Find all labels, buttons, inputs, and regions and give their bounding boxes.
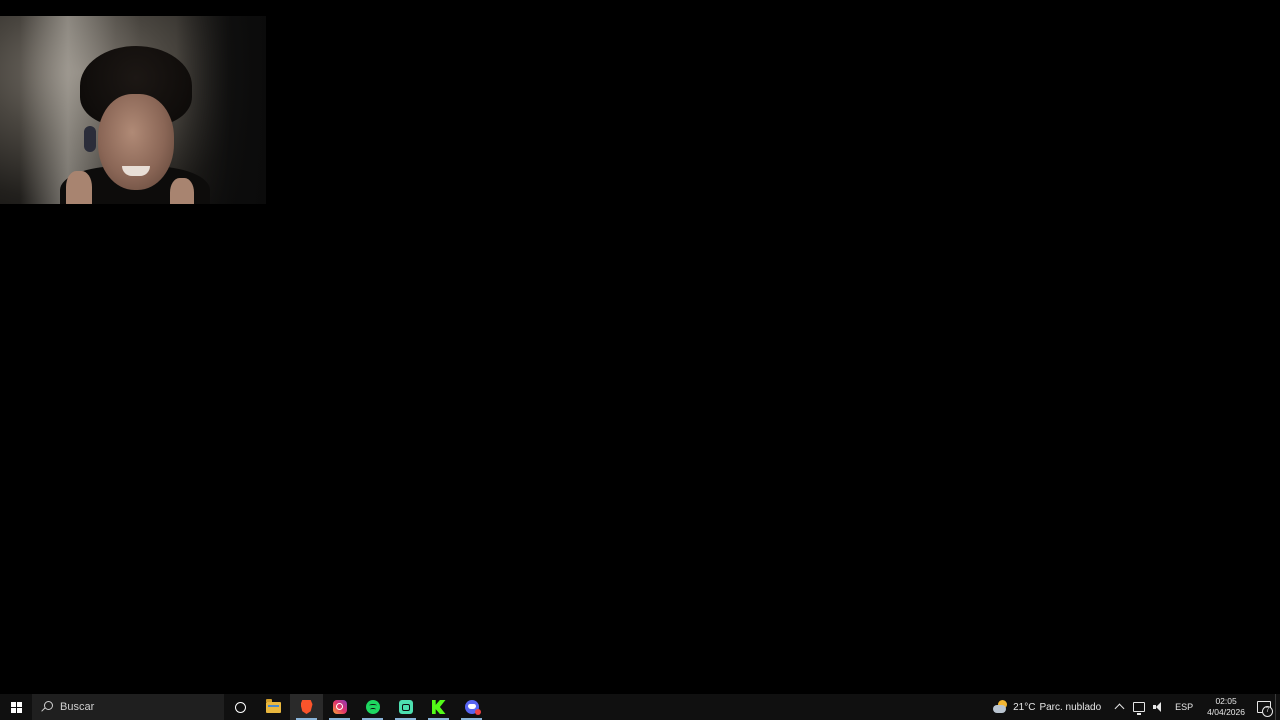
weather-temperature: 21°C — [1013, 701, 1036, 713]
clock-date: 4/04/2026 — [1207, 707, 1245, 717]
weather-widget[interactable]: 21°C Parc. nublado — [985, 694, 1109, 720]
start-button[interactable] — [0, 694, 32, 720]
search-icon — [40, 700, 54, 714]
volume-button[interactable] — [1149, 694, 1169, 720]
notification-badge: 7 — [1262, 706, 1273, 717]
kick-icon — [431, 700, 446, 714]
spotify-button[interactable] — [356, 694, 389, 720]
chevron-up-icon — [1114, 703, 1125, 714]
webcam-overlay — [0, 16, 266, 204]
show-hidden-icons-button[interactable] — [1109, 694, 1129, 720]
instagram-button[interactable] — [323, 694, 356, 720]
taskbar: 21°C Parc. nublado ESP 02:05 4/04/2026 7 — [0, 694, 1280, 720]
brave-button[interactable] — [290, 694, 323, 720]
system-tray: ESP 02:05 4/04/2026 7 — [1109, 694, 1280, 720]
discord-icon — [464, 700, 481, 715]
webcam-person-hand-right — [170, 178, 194, 204]
cortana-button[interactable] — [224, 694, 257, 720]
language-indicator[interactable]: ESP — [1169, 694, 1199, 720]
cortana-icon — [235, 701, 246, 713]
search-input[interactable] — [60, 701, 210, 713]
volume-icon — [1153, 702, 1165, 712]
desktop — [0, 0, 1280, 694]
clock[interactable]: 02:05 4/04/2026 — [1199, 696, 1253, 718]
weather-condition: Parc. nublado — [1039, 701, 1102, 713]
language-label: ESP — [1175, 702, 1194, 712]
network-button[interactable] — [1129, 694, 1149, 720]
windows-logo-icon — [10, 701, 22, 713]
brave-icon — [300, 700, 313, 714]
notification-center-button[interactable]: 7 — [1253, 694, 1275, 720]
network-icon — [1133, 702, 1146, 715]
discord-button[interactable] — [455, 694, 488, 720]
spotify-icon — [365, 700, 380, 714]
taskbar-search-box[interactable] — [32, 694, 224, 720]
kick-button[interactable] — [422, 694, 455, 720]
file-explorer-button[interactable] — [257, 694, 290, 720]
show-desktop-button[interactable] — [1275, 694, 1280, 720]
webcam-person-hand-left — [66, 171, 92, 204]
folder-icon — [266, 698, 281, 713]
partly-cloudy-icon — [993, 700, 1009, 714]
instagram-icon — [332, 700, 347, 714]
streamlabs-button[interactable] — [389, 694, 422, 720]
clock-time: 02:05 — [1215, 696, 1237, 706]
streamlabs-icon — [398, 700, 413, 714]
webcam-headphone — [84, 126, 96, 152]
